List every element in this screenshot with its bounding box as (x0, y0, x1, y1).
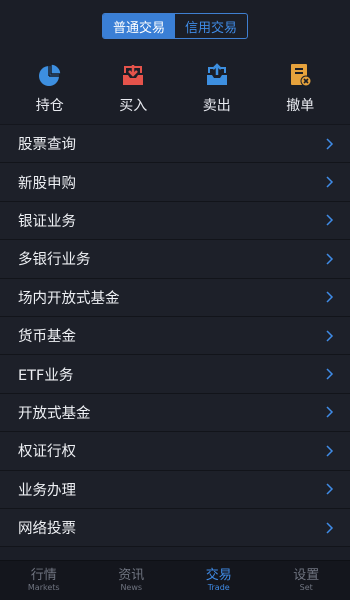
menu-item-label: 权证行权 (18, 444, 76, 461)
menu-item-business-handling[interactable]: 业务办理 (0, 470, 350, 509)
chevron-right-icon (326, 330, 334, 342)
menu-item-label: 开放式基金 (18, 405, 91, 422)
tab-sublabel: News (120, 583, 143, 592)
chevron-right-icon (326, 445, 334, 457)
menu-item-label: ETF业务 (18, 367, 74, 384)
tab-label: 设置 (293, 568, 320, 583)
buy-label: 买入 (119, 97, 148, 114)
tab-label: 资讯 (118, 568, 145, 583)
download-tray-icon (123, 64, 144, 85)
menu-item-label: 新股申购 (18, 175, 76, 192)
chevron-right-icon (326, 522, 334, 534)
menu-item-multi-bank[interactable]: 多银行业务 (0, 240, 350, 279)
chevron-right-icon (326, 253, 334, 265)
buy-button[interactable]: 买入 (103, 62, 163, 115)
menu-item-label: 多银行业务 (18, 252, 91, 269)
menu-item-etf[interactable]: ETF业务 (0, 355, 350, 394)
cancel-order-icon (291, 63, 312, 86)
tab-settings[interactable]: 设置 Set (263, 561, 350, 600)
position-button[interactable]: 持仓 (20, 62, 80, 115)
tab-trade[interactable]: 交易 Trade (175, 561, 263, 600)
segment-credit-trade[interactable]: 信用交易 (175, 14, 247, 38)
menu-item-bank-securities[interactable]: 银证业务 (0, 201, 350, 241)
menu-item-label: 网络投票 (18, 521, 76, 538)
menu-item-label: 业务办理 (18, 482, 76, 499)
menu-item-money-fund[interactable]: 货币基金 (0, 316, 350, 356)
trade-type-segmented-control: 普通交易 信用交易 (102, 13, 248, 39)
tab-sublabel: Markets (27, 583, 60, 592)
cancel-order-label: 撤单 (286, 97, 315, 114)
menu-item-ipo-subscription[interactable]: 新股申购 (0, 163, 350, 202)
upload-tray-icon (206, 62, 227, 85)
chevron-right-icon (326, 291, 334, 303)
header: 普通交易 信用交易 (0, 0, 350, 52)
menu-item-open-fund[interactable]: 开放式基金 (0, 393, 350, 433)
chevron-right-icon (326, 368, 334, 380)
chevron-right-icon (326, 176, 334, 188)
menu-item-online-voting[interactable]: 网络投票 (0, 508, 350, 548)
tab-label: 交易 (205, 568, 232, 583)
tab-markets[interactable]: 行情 Markets (0, 561, 88, 600)
menu-item-warrant-exercise[interactable]: 权证行权 (0, 432, 350, 471)
menu-item-label: 场内开放式基金 (18, 290, 120, 307)
menu-item-label: 股票查询 (18, 137, 76, 154)
menu-item-stock-query[interactable]: 股票查询 (0, 125, 350, 164)
cancel-order-button[interactable]: 撤单 (270, 62, 330, 115)
chevron-right-icon (326, 214, 334, 226)
chevron-right-icon (326, 483, 334, 495)
tab-sublabel: Set (299, 583, 313, 592)
menu-item-label: 银证业务 (18, 213, 76, 230)
trade-menu-list: 股票查询 新股申购 银证业务 多银行业务 场内开放式基金 货币基金 ETF业务 … (0, 125, 350, 548)
sell-label: 卖出 (202, 97, 231, 114)
segment-normal-trade[interactable]: 普通交易 (103, 14, 175, 38)
position-label: 持仓 (35, 97, 64, 114)
menu-item-listed-open-fund[interactable]: 场内开放式基金 (0, 278, 350, 317)
chevron-right-icon (326, 406, 334, 418)
tab-news[interactable]: 资讯 News (88, 561, 176, 600)
pie-chart-icon (38, 62, 62, 86)
menu-item-label: 货币基金 (18, 329, 76, 346)
sell-button[interactable]: 卖出 (187, 62, 247, 115)
tab-label: 行情 (30, 568, 57, 583)
tab-sublabel: Trade (207, 583, 230, 592)
quick-actions: 持仓 买入 卖出 撤单 (0, 52, 350, 125)
chevron-right-icon (326, 138, 334, 150)
bottom-tab-bar: 行情 Markets 资讯 News 交易 Trade 设置 Set (0, 560, 350, 600)
